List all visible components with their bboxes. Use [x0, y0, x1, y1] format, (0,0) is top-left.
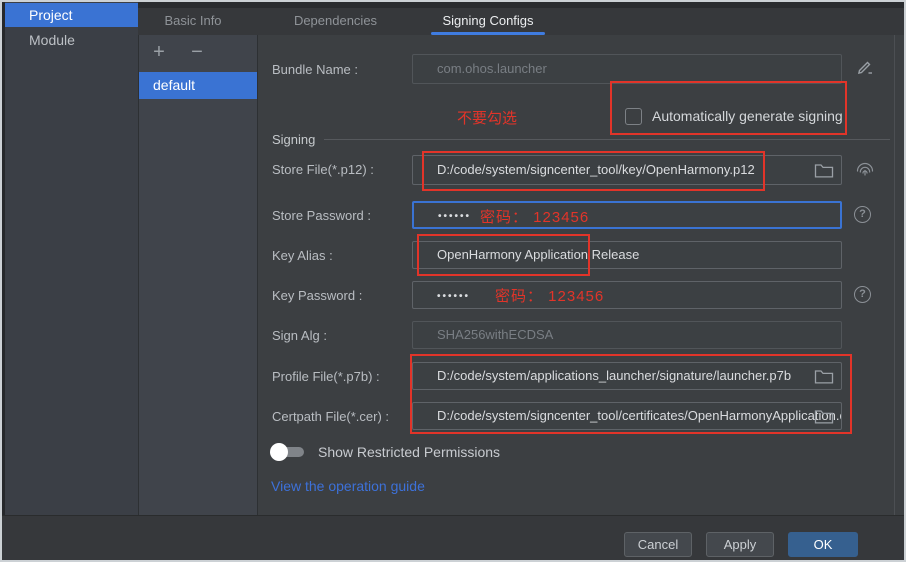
sidebar: Project Module [2, 2, 138, 515]
fingerprint-icon [854, 157, 876, 179]
sign-alg-value: SHA256withECDSA [437, 327, 553, 342]
add-config-button[interactable]: + [147, 41, 171, 65]
dialog-footer: Cancel Apply OK [2, 515, 904, 562]
cancel-button[interactable]: Cancel [624, 532, 692, 557]
key-password-label: Key Password : [272, 288, 412, 303]
operation-guide-link[interactable]: View the operation guide [271, 478, 425, 494]
tab-bar: Basic Info Dependencies Signing Configs [138, 2, 904, 35]
toggle-knob [270, 443, 288, 461]
profile-file-value: D:/code/system/applications_launcher/sig… [437, 368, 791, 383]
store-password-label: Store Password : [272, 208, 412, 223]
tab-signing-configs[interactable]: Signing Configs [423, 8, 553, 35]
auto-generate-signing-label: Automatically generate signing [652, 108, 843, 124]
bundle-name-value: com.ohos.launcher [437, 61, 547, 76]
show-restricted-permissions-label: Show Restricted Permissions [318, 444, 500, 460]
sidebar-item-project[interactable]: Project [5, 3, 138, 27]
store-password-field[interactable]: •••••• 密码： 123456 [412, 201, 842, 229]
store-file-label: Store File(*.p12) : [272, 162, 412, 177]
key-password-field[interactable]: •••••• 密码： 123456 [412, 281, 842, 309]
profile-file-field[interactable]: D:/code/system/applications_launcher/sig… [412, 362, 842, 390]
key-alias-label: Key Alias : [272, 248, 412, 263]
sidebar-item-module[interactable]: Module [5, 28, 138, 52]
key-password-help-icon[interactable]: ? [854, 286, 871, 303]
do-not-check-annotation: 不要勾选 [457, 107, 517, 128]
key-password-masked-value: •••••• [437, 291, 470, 302]
store-password-annotation: 密码： 123456 [480, 206, 589, 229]
edit-pencil-icon[interactable] [856, 58, 874, 76]
key-alias-value: OpenHarmony Application Release [437, 247, 639, 262]
remove-config-button[interactable]: − [185, 41, 209, 65]
bundle-name-label: Bundle Name : [272, 62, 412, 77]
store-file-value: D:/code/system/signcenter_tool/key/OpenH… [437, 162, 755, 177]
certpath-file-browse-folder-icon[interactable] [814, 408, 834, 425]
store-file-browse-folder-icon[interactable] [814, 162, 834, 179]
tab-basic-info[interactable]: Basic Info [138, 8, 248, 35]
apply-button[interactable]: Apply [706, 532, 774, 557]
signing-section-header: Signing [272, 132, 315, 147]
show-restricted-permissions-toggle[interactable] [270, 443, 308, 461]
store-password-masked-value: •••••• [438, 211, 471, 222]
tab-dependencies[interactable]: Dependencies [248, 8, 423, 35]
profile-file-browse-folder-icon[interactable] [814, 368, 834, 385]
signing-config-form: Bundle Name : com.ohos.launcher 不要勾选 Aut… [258, 35, 904, 515]
profile-file-label: Profile File(*.p7b) : [272, 369, 412, 384]
auto-generate-signing-checkbox[interactable] [625, 108, 642, 125]
key-alias-field[interactable]: OpenHarmony Application Release [412, 241, 842, 269]
signing-config-list-panel: + − default [138, 35, 258, 515]
project-structure-dialog: Project Module Basic Info Dependencies S… [0, 0, 906, 562]
certpath-file-value: D:/code/system/signcenter_tool/certifica… [437, 408, 842, 423]
certpath-file-field[interactable]: D:/code/system/signcenter_tool/certifica… [412, 402, 842, 430]
store-file-field[interactable]: D:/code/system/signcenter_tool/key/OpenH… [412, 155, 842, 185]
sign-alg-field[interactable]: SHA256withECDSA [412, 321, 842, 349]
certpath-file-label: Certpath File(*.cer) : [272, 409, 412, 424]
scrollbar-track[interactable] [894, 35, 895, 515]
key-password-annotation: 密码： 123456 [495, 284, 604, 309]
ok-button[interactable]: OK [788, 532, 858, 557]
config-item-default[interactable]: default [139, 72, 257, 99]
section-divider [324, 139, 890, 140]
sign-alg-label: Sign Alg : [272, 328, 412, 343]
bundle-name-field[interactable]: com.ohos.launcher [412, 54, 842, 84]
store-password-help-icon[interactable]: ? [854, 206, 871, 223]
